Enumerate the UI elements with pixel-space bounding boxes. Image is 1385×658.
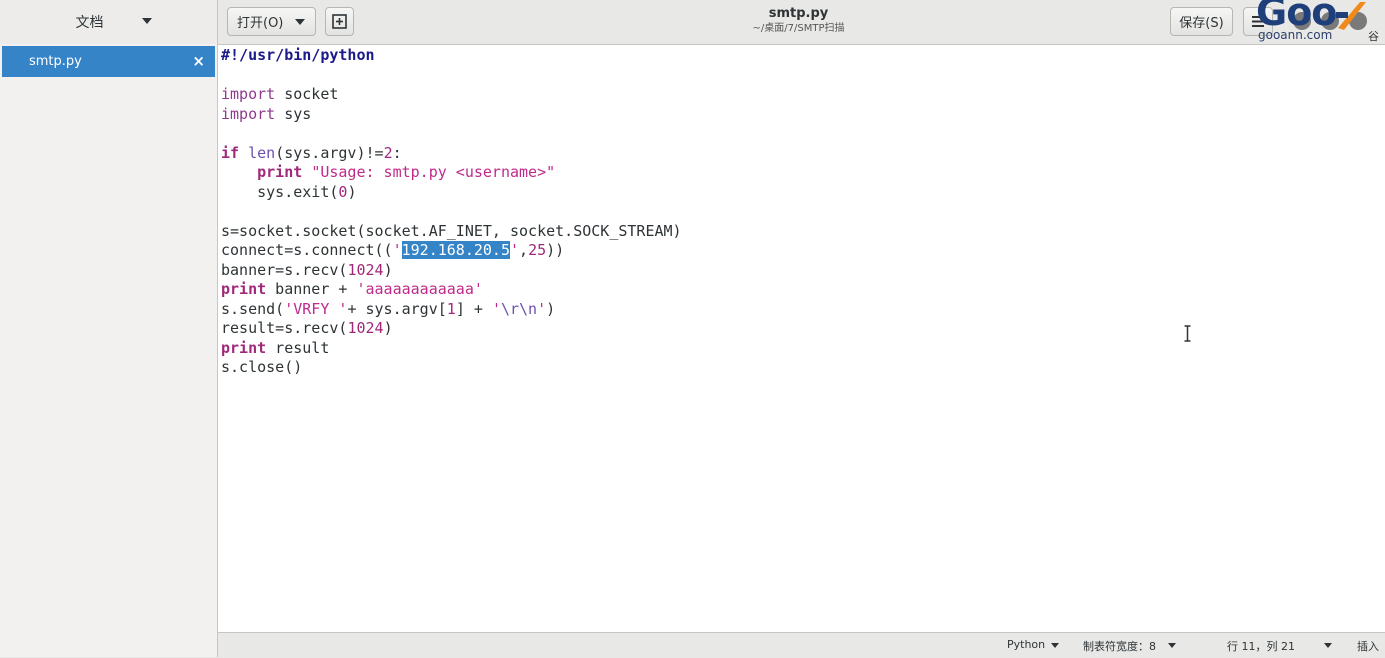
tab-width-selector[interactable]: 制表符宽度：8 [1083,638,1156,654]
code-token: banner + [266,280,357,298]
save-button[interactable]: 保存(S) [1170,7,1233,36]
code-token: sys.exit( [221,182,339,201]
text-cursor-icon [1184,325,1191,342]
code-line[interactable]: #!/usr/bin/python [221,46,682,66]
code-line[interactable] [221,66,682,86]
code-editor[interactable]: #!/usr/bin/python import socket import sy… [218,45,1385,632]
documents-sidebar: 文档 smtp.py × [0,0,218,657]
code-line[interactable]: print banner + 'aaaaaaaaaaaa' [221,280,682,300]
code-token: ) [383,319,393,337]
code-token: s.send( [221,299,285,318]
watermark-logo: Goo gooann.com 谷 [1256,0,1385,44]
chevron-down-icon [142,18,152,24]
code-token: ' [510,241,520,259]
code-text[interactable]: #!/usr/bin/python import socket import sy… [221,46,682,378]
code-token: result [266,338,330,357]
watermark-o-icon [1336,2,1366,30]
save-label: 保存(S) [1179,16,1224,31]
chevron-down-icon [1168,643,1176,648]
code-line[interactable]: print result [221,339,682,359]
code-line[interactable]: connect=s.connect(('192.168.20.5',25)) [221,241,682,261]
code-token: , [519,241,529,259]
code-token: s.close() [221,358,303,376]
code-token: : [392,143,402,162]
code-token: result=s.recv( [221,319,348,337]
code-token: (sys.argv)!= [275,143,384,162]
close-icon[interactable]: × [192,52,205,70]
code-token: ] + [455,299,492,318]
language-selector[interactable]: Python [1007,638,1045,651]
chevron-down-icon[interactable] [1324,643,1332,648]
code-token: if [221,143,240,162]
code-line[interactable]: print "Usage: smtp.py <username>" [221,163,682,183]
code-token: len [248,143,276,162]
code-token: )) [546,241,565,259]
code-token: "Usage: smtp.py <username>" [311,163,556,181]
code-token: ' [537,299,547,318]
chevron-down-icon [1051,643,1059,648]
sidebar-header[interactable]: 文档 [0,0,217,44]
code-token: print [257,163,303,181]
document-label: smtp.py [29,54,82,69]
code-token: ) [347,182,357,201]
code-line[interactable] [221,202,682,222]
code-token: sys [275,104,312,123]
code-line[interactable] [221,124,682,144]
code-token: #!/usr/bin/python [221,46,375,64]
selected-text: 192.168.20.5 [401,241,510,259]
code-token: 'aaaaaaaaaaaa' [356,280,483,298]
code-line[interactable]: s=socket.socket(socket.AF_INET, socket.S… [221,222,682,242]
status-bar: Python 制表符宽度：8 行 11，列 21 插入 [218,632,1385,658]
watermark-domain: gooann.com [1258,28,1333,42]
code-token: 2 [383,143,393,162]
code-token: ) [383,260,393,279]
code-token: ) [546,299,556,318]
code-token: print [221,338,267,357]
cursor-position: 行 11，列 21 [1227,640,1295,653]
document-list: smtp.py × [0,44,217,657]
header-bar: 打开(O) smtp.py ~/桌面/7/SMTP扫描 保存(S) [218,0,1385,45]
code-line[interactable]: import socket [221,85,682,105]
code-token: import [221,85,276,103]
code-token: ' [392,241,402,259]
code-line[interactable]: import sys [221,105,682,125]
code-line[interactable]: s.send('VRFY '+ sys.argv[1] + '\r\n') [221,300,682,320]
insert-mode: 插入 [1357,640,1379,653]
watermark-cn: 谷 [1368,30,1379,43]
code-token: print [221,280,267,298]
document-item-smtp[interactable]: smtp.py × [2,46,215,77]
code-line[interactable]: sys.exit(0) [221,183,682,203]
code-token: + sys.argv[ [347,299,447,318]
code-line[interactable]: result=s.recv(1024) [221,319,682,339]
code-line[interactable]: banner=s.recv(1024) [221,261,682,281]
code-token: \r\n [500,299,538,318]
code-line[interactable]: s.close() [221,358,682,378]
code-token: 1024 [347,260,384,279]
sidebar-title: 文档 [75,15,104,31]
code-token: banner=s.recv( [221,260,348,279]
code-token: 'VRFY ' [284,299,348,318]
code-token: connect=s.connect(( [221,241,393,259]
code-token: import [221,104,276,123]
code-token: 1024 [347,319,384,337]
code-line[interactable]: if len(sys.argv)!=2: [221,144,682,164]
code-token: 25 [528,241,547,259]
code-token: socket [275,85,339,103]
code-token: 1 [446,299,456,318]
code-token: ' [491,299,501,318]
code-token: s=socket.socket(socket.AF_INET, socket.S… [221,221,682,240]
